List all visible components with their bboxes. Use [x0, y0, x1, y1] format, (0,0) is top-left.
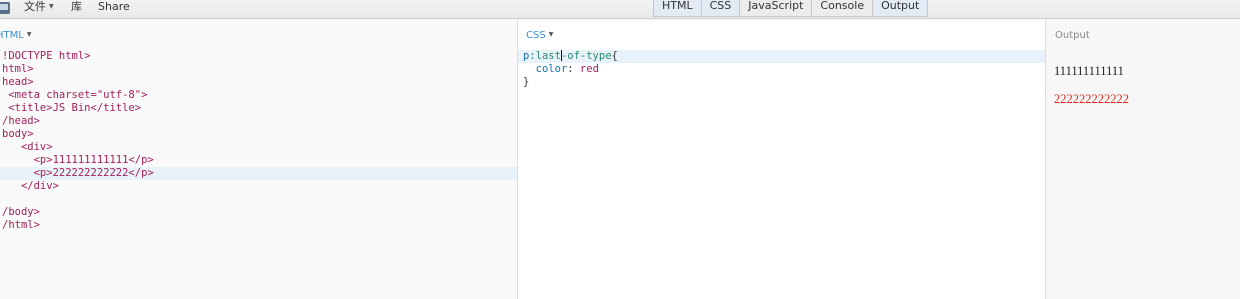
- code-line-active: p:last-of-type{: [518, 50, 1045, 63]
- code-text: <meta charset="utf-8">: [2, 89, 148, 101]
- css-panel: CSS ▼ p:last-of-type{ color: red }: [518, 20, 1046, 299]
- code-text: body>: [2, 128, 34, 140]
- css-open-brace: {: [611, 50, 618, 62]
- css-pseudo-part-a: :last: [529, 50, 561, 62]
- code-line: body>: [0, 128, 517, 141]
- code-text: /html>: [2, 219, 40, 231]
- chevron-down-icon: ▼: [26, 31, 32, 38]
- html-editor[interactable]: !DOCTYPE html> html> head> <meta charset…: [0, 50, 517, 232]
- output-paragraph-2: 222222222222: [1054, 92, 1129, 106]
- toggle-css[interactable]: CSS: [700, 0, 740, 16]
- code-text: /head>: [2, 115, 40, 127]
- code-line: <meta charset="utf-8">: [0, 89, 517, 102]
- code-line: !DOCTYPE html>: [0, 50, 517, 63]
- html-panel-label-text: HTML: [0, 30, 24, 41]
- code-line: }: [518, 76, 1045, 89]
- code-text: <title>JS Bin</title>: [2, 102, 142, 114]
- css-panel-label[interactable]: CSS ▼: [526, 30, 553, 41]
- code-text: <div>: [2, 141, 53, 153]
- toggle-javascript[interactable]: JavaScript: [739, 0, 812, 16]
- css-panel-label-text: CSS: [526, 30, 546, 41]
- css-close-brace: }: [523, 76, 530, 88]
- toggle-console[interactable]: Console: [811, 0, 873, 16]
- code-text: head>: [2, 76, 34, 88]
- menu-share[interactable]: Share: [98, 0, 130, 18]
- code-text: <p>222222222222</p>: [2, 167, 154, 179]
- html-panel-label[interactable]: HTML▼: [0, 30, 31, 41]
- top-toolbar: 文件 ▼ 库 Share HTML CSS JavaScript Console …: [0, 0, 1240, 19]
- chevron-down-icon: ▼: [49, 3, 54, 10]
- app-logo-icon: [0, 2, 10, 14]
- panel-toggle-group: HTML CSS JavaScript Console Output: [653, 0, 929, 17]
- code-line: /head>: [0, 115, 517, 128]
- code-line-active: <p>222222222222</p>: [0, 167, 517, 180]
- menu-file[interactable]: 文件 ▼: [24, 0, 54, 18]
- output-paragraph-1: 111111111111: [1054, 64, 1124, 78]
- chevron-down-icon: ▼: [548, 31, 554, 38]
- css-editor[interactable]: p:last-of-type{ color: red }: [518, 50, 1045, 89]
- code-text: /body>: [2, 206, 40, 218]
- menu-library[interactable]: 库: [71, 0, 82, 18]
- css-value: red: [579, 63, 599, 75]
- menu-file-label: 文件: [24, 0, 46, 13]
- code-line: html>: [0, 63, 517, 76]
- code-line: <p>111111111111</p>: [0, 154, 517, 167]
- code-text: <p>111111111111</p>: [2, 154, 154, 166]
- toggle-output[interactable]: Output: [872, 0, 928, 16]
- code-text: html>: [2, 63, 34, 75]
- code-text: !DOCTYPE html>: [2, 50, 91, 62]
- output-panel: Output 111111111111 222222222222: [1047, 20, 1240, 299]
- toggle-html[interactable]: HTML: [654, 0, 701, 16]
- code-line: /html>: [0, 219, 517, 232]
- code-text: </div>: [2, 180, 59, 192]
- code-line: <div>: [0, 141, 517, 154]
- code-line: head>: [0, 76, 517, 89]
- code-line: color: red: [535, 63, 599, 75]
- css-property: color: [535, 63, 568, 75]
- code-line: /body>: [0, 206, 517, 219]
- html-panel: HTML▼ !DOCTYPE html> html> head> <meta c…: [0, 20, 518, 299]
- output-panel-label: Output: [1055, 30, 1090, 41]
- code-line: <title>JS Bin</title>: [0, 102, 517, 115]
- code-line: </div>: [0, 180, 517, 193]
- css-pseudo-part-b: -of-type: [560, 50, 612, 62]
